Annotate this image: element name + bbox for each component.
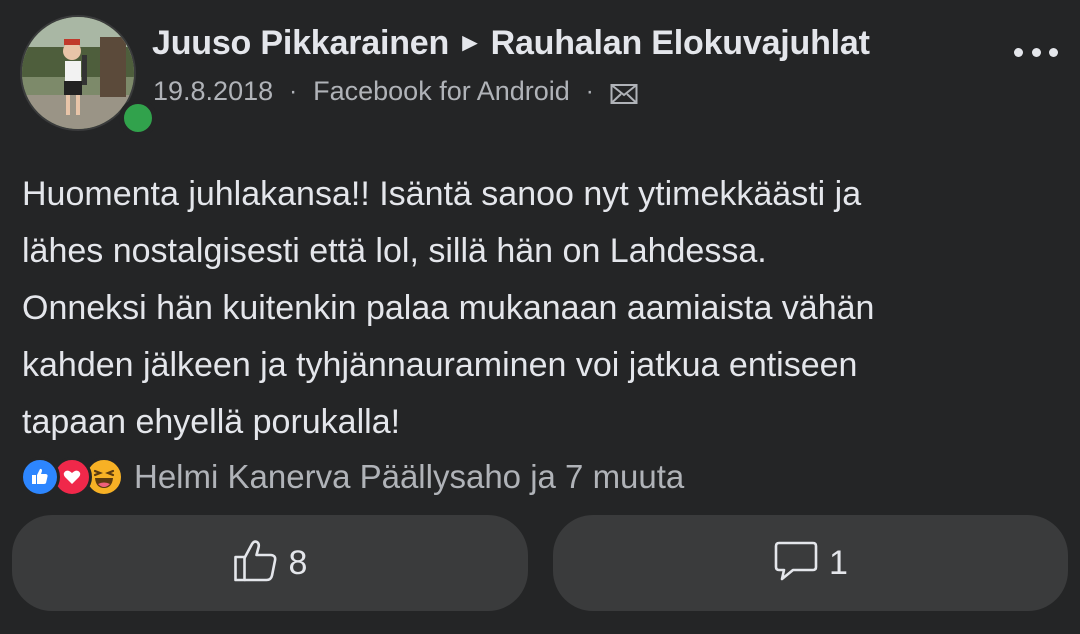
envelope-icon [610, 81, 638, 104]
group-name[interactable]: Rauhalan Elokuvajuhlat [491, 24, 870, 62]
post-date[interactable]: 19.8.2018 [153, 76, 273, 107]
reaction-icons [20, 457, 124, 497]
more-options-button[interactable] [1014, 40, 1058, 64]
thumbs-up-icon [233, 539, 279, 588]
post-source: Facebook for Android [313, 76, 570, 106]
comment-icon [773, 539, 819, 588]
more-dot-icon [1049, 47, 1058, 57]
online-status-indicator [119, 99, 157, 137]
post-text: Huomenta juhlakansa!! Isäntä sanoo nyt y… [22, 175, 875, 441]
author-avatar-container[interactable] [20, 15, 157, 137]
more-dot-icon [1014, 47, 1023, 57]
arrow-icon: ► [457, 27, 483, 57]
post-meta: 19.8.2018 · Facebook for Android · [153, 76, 638, 107]
reactions-summary[interactable]: Helmi Kanerva Päällysaho ja 7 muuta [20, 455, 684, 499]
comment-button[interactable]: 1 [553, 515, 1068, 611]
more-dot-icon [1031, 47, 1041, 57]
meta-separator: · [585, 77, 594, 105]
like-count: 8 [288, 543, 308, 582]
like-reaction-icon [20, 457, 60, 497]
meta-separator: · [289, 77, 298, 105]
post-header: Juuso Pikkarainen ► Rauhalan Elokuvajuhlat [152, 24, 870, 63]
reaction-names[interactable]: Helmi Kanerva Päällysaho ja 7 muuta [134, 458, 684, 496]
author-name[interactable]: Juuso Pikkarainen [152, 24, 449, 62]
comment-count: 1 [829, 543, 848, 582]
like-button[interactable]: 8 [12, 515, 528, 611]
